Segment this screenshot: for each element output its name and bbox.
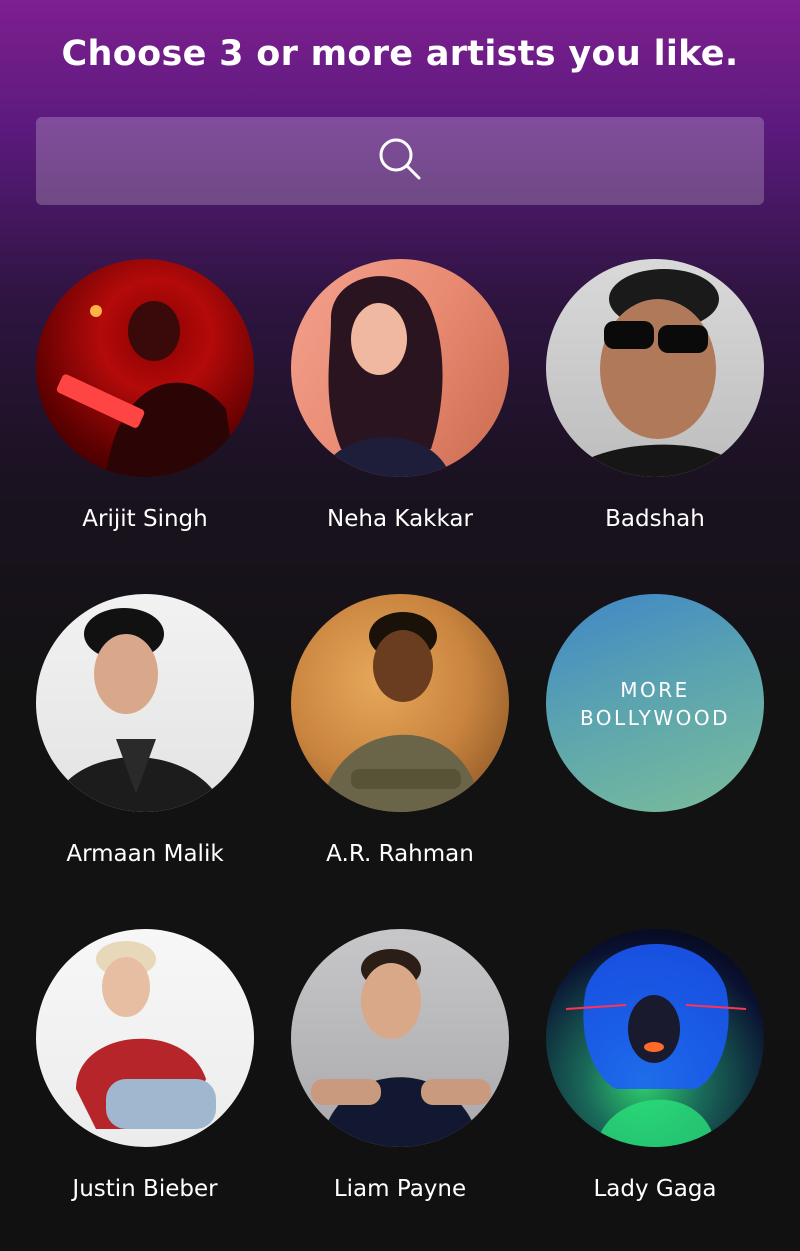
artist-tile-justin-bieber[interactable]: Justin Bieber: [25, 929, 265, 1203]
artist-photo: [36, 594, 254, 812]
artist-tile-liam-payne[interactable]: Liam Payne: [280, 929, 520, 1203]
artist-photo: [291, 259, 509, 477]
more-bollywood-tile[interactable]: MORE BOLLYWOOD: [535, 594, 775, 812]
artist-name: Neha Kakkar: [327, 506, 473, 532]
page-title: Choose 3 or more artists you like.: [61, 34, 739, 74]
artist-photo: [546, 259, 764, 477]
artist-tile-ar-rahman[interactable]: A.R. Rahman: [280, 594, 520, 868]
more-bollywood-circle: MORE BOLLYWOOD: [546, 594, 764, 812]
artist-photo: [291, 594, 509, 812]
artist-tile-armaan-malik[interactable]: Armaan Malik: [25, 594, 265, 868]
artist-name: A.R. Rahman: [326, 841, 474, 867]
artist-name: Arijit Singh: [82, 506, 208, 532]
artist-photo: [291, 929, 509, 1147]
artist-tile-neha-kakkar[interactable]: Neha Kakkar: [280, 259, 520, 533]
search-bar[interactable]: [36, 117, 764, 205]
artist-photo: [36, 259, 254, 477]
artist-name: Lady Gaga: [593, 1176, 717, 1202]
artist-photo: [36, 929, 254, 1147]
more-bollywood-line2: BOLLYWOOD: [579, 706, 731, 730]
artist-tile-arijit-singh[interactable]: Arijit Singh: [25, 259, 265, 533]
more-bollywood-line1: MORE: [620, 678, 690, 702]
artist-name: Armaan Malik: [66, 841, 224, 867]
search-icon: [376, 135, 424, 187]
artist-photo: [546, 929, 764, 1147]
artist-name: Badshah: [605, 506, 705, 532]
artist-name: Justin Bieber: [72, 1176, 218, 1202]
artist-name: Liam Payne: [333, 1176, 467, 1202]
artist-tile-badshah[interactable]: Badshah: [535, 259, 775, 533]
artist-tile-lady-gaga[interactable]: Lady Gaga: [535, 929, 775, 1203]
